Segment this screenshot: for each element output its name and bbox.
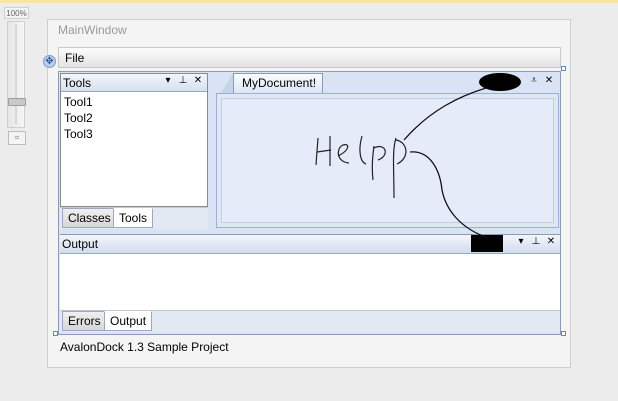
document-body <box>216 93 559 228</box>
document-tab-edge <box>221 73 233 93</box>
top-accent-bar <box>0 0 618 3</box>
menu-bar: File <box>58 47 561 68</box>
tab-mydocument[interactable]: MyDocument! <box>233 73 324 93</box>
tools-pane: Tools ▾ ⊥ ✕ Tool1 Tool2 Tool3 <box>60 73 208 207</box>
pin-icon[interactable]: ⊥ <box>530 236 542 247</box>
output-pane-title: Output <box>62 237 99 251</box>
zoom-thumb[interactable] <box>8 98 26 106</box>
tools-pane-header: Tools ▾ ⊥ ✕ <box>61 74 207 92</box>
window-title: MainWindow <box>58 23 127 37</box>
dropdown-icon[interactable]: ▾ <box>515 236 527 247</box>
tool-list: Tool1 Tool2 Tool3 <box>64 94 93 142</box>
menu-file[interactable]: File <box>65 51 84 65</box>
main-window: MainWindow ✥ File Tools ▾ ⊥ ✕ Tool1 Tool2 … <box>43 19 571 368</box>
document-pane: MyDocument! ⩡ ✕ <box>216 73 559 228</box>
close-icon[interactable]: ✕ <box>545 236 557 247</box>
document-content[interactable] <box>221 98 554 223</box>
document-list-icon[interactable]: ⩡ <box>528 75 540 86</box>
status-text: AvalonDock 1.3 Sample Project <box>60 340 229 354</box>
zoom-fit-icon[interactable]: ⌗ <box>8 131 26 145</box>
zoom-level-label: 100% <box>4 7 29 19</box>
tools-tabstrip: Classes Tools <box>60 207 208 229</box>
pin-icon[interactable]: ⊥ <box>177 75 189 86</box>
tools-pane-title: Tools <box>63 76 92 90</box>
output-pane: Output ▾ ⊥ ✕ <box>60 234 560 310</box>
list-item[interactable]: Tool3 <box>64 126 93 142</box>
document-buttons: ⩡ ✕ <box>525 75 555 86</box>
tab-errors[interactable]: Errors <box>62 311 107 331</box>
dock-manager: Tools ▾ ⊥ ✕ Tool1 Tool2 Tool3 Classes Tool… <box>58 71 561 335</box>
zoom-groove <box>15 24 17 124</box>
list-item[interactable]: Tool1 <box>64 94 93 110</box>
output-tabstrip: Errors Output <box>60 310 560 332</box>
close-icon[interactable]: ✕ <box>192 75 204 86</box>
tab-tools[interactable]: Tools <box>113 208 154 228</box>
output-pane-header: Output ▾ ⊥ ✕ <box>60 235 560 254</box>
move-handle-icon[interactable]: ✥ <box>43 55 56 68</box>
dropdown-icon[interactable]: ▾ <box>162 75 174 86</box>
output-pane-buttons: ▾ ⊥ ✕ <box>512 236 557 247</box>
tab-output[interactable]: Output <box>104 311 153 331</box>
selection-handle-mid-right[interactable] <box>561 331 566 336</box>
tab-classes[interactable]: Classes <box>62 208 117 228</box>
tools-pane-buttons: ▾ ⊥ ✕ <box>159 75 204 86</box>
zoom-slider[interactable]: 100% ⌗ <box>4 7 29 145</box>
list-item[interactable]: Tool2 <box>64 110 93 126</box>
zoom-track[interactable] <box>7 21 26 128</box>
selection-handle-top-right[interactable] <box>561 66 566 71</box>
close-icon[interactable]: ✕ <box>543 75 555 86</box>
document-header: MyDocument! ⩡ ✕ <box>216 73 559 93</box>
status-bar: AvalonDock 1.3 Sample Project <box>58 336 561 358</box>
